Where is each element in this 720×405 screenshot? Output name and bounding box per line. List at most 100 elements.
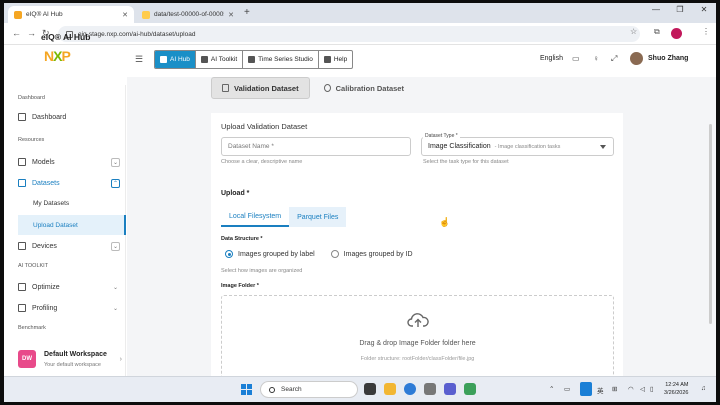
dataset-type-select[interactable]: Image Classification - Image classificat… — [421, 137, 614, 156]
nxp-favicon-icon — [14, 10, 22, 19]
tab-parquet-files[interactable]: Parquet Files — [289, 207, 347, 227]
sidebar-item-devices[interactable]: Devices ⌄ — [18, 238, 126, 254]
chrome-icon[interactable] — [404, 383, 416, 395]
user-avatar[interactable] — [630, 52, 643, 65]
search-label: Search — [281, 386, 302, 393]
sidebar-item-label: Devices — [32, 242, 57, 250]
chevron-down-icon[interactable]: ⌄ — [111, 241, 120, 251]
chevron-right-icon: › — [119, 356, 122, 363]
nxp-logo[interactable]: NXP — [44, 49, 71, 63]
sidebar-section-dashboard: Dashboard — [18, 95, 45, 101]
app-icon[interactable] — [464, 383, 476, 395]
bookmark-star-icon[interactable]: ☆ — [630, 27, 637, 36]
sidebar-item-upload-dataset[interactable]: Upload Dataset — [18, 215, 126, 235]
system-clock[interactable]: 12:24 AM 3/26/2026 — [664, 381, 688, 397]
chevron-up-icon[interactable]: ⌃ — [111, 178, 120, 188]
tab-local-filesystem[interactable]: Local Filesystem — [221, 207, 290, 227]
url-field[interactable]: eiq-stage.nxp.com/ai-hub/dataset/upload — [58, 26, 640, 42]
dataset-name-placeholder: Dataset Name * — [228, 143, 274, 150]
battery-icon[interactable]: ▯ — [650, 385, 654, 393]
dataset-type-label: Dataset Type * — [423, 133, 460, 139]
browser-window: eIQ® AI Hub ✕ data/test-00000-of-00005.p… — [4, 3, 716, 402]
datasets-icon — [18, 179, 26, 187]
toolkit-icon — [200, 56, 208, 63]
topnav-help[interactable]: Help — [319, 51, 352, 68]
topnav-ai-hub[interactable]: AI Hub — [155, 51, 196, 68]
wallet-icon[interactable]: ▭ — [572, 54, 580, 63]
radio-grouped-by-label[interactable]: Images grouped by label — [225, 250, 315, 258]
teams-icon[interactable] — [444, 383, 456, 395]
file-explorer-icon[interactable] — [384, 383, 396, 395]
microphone-icon[interactable] — [580, 382, 592, 396]
radio-label: Images grouped by ID — [343, 250, 413, 258]
browser-tab-parquet[interactable]: data/test-00000-of-00005.parq ✕ — [136, 6, 240, 23]
dataset-name-input[interactable]: Dataset Name * — [221, 137, 411, 156]
dataset-type-hint: Select the task type for this dataset — [423, 159, 509, 165]
layout-icon[interactable]: ⊞ — [612, 385, 617, 393]
browser-tab-bar: eIQ® AI Hub ✕ data/test-00000-of-00005.p… — [4, 3, 716, 23]
window-controls: — ❐ ✕ — [644, 5, 716, 14]
close-icon[interactable]: ✕ — [122, 11, 128, 19]
upload-form-card: Upload Validation Dataset Dataset Name *… — [211, 113, 623, 390]
sidebar-item-models[interactable]: Models ⌄ — [18, 154, 126, 170]
tab-validation-dataset[interactable]: Validation Dataset — [211, 77, 310, 99]
volume-icon[interactable]: ◁ — [640, 385, 645, 393]
tab-calibration-dataset[interactable]: Calibration Dataset — [314, 77, 414, 99]
minimize-icon[interactable]: — — [644, 5, 668, 14]
user-name[interactable]: Shuo Zhang — [648, 55, 688, 62]
dropzone-text: Drag & drop Image Folder folder here — [359, 340, 476, 347]
image-folder-label: Image Folder * — [221, 283, 259, 289]
workspace-subtitle: Your default workspace — [44, 362, 101, 368]
sidebar-item-dashboard[interactable]: Dashboard — [18, 109, 126, 125]
windows-start-icon[interactable] — [241, 384, 252, 395]
workspace-switcher[interactable]: DW Default Workspace Your default worksp… — [18, 348, 122, 374]
sidebar-item-my-datasets[interactable]: My Datasets — [33, 200, 69, 207]
language-selector[interactable]: English — [540, 55, 563, 62]
workspace-name: Default Workspace — [44, 351, 107, 358]
app-name: eIQ® AI Hub — [41, 32, 91, 42]
fullscreen-icon[interactable]: ⤢ — [611, 54, 617, 64]
radio-grouped-by-id[interactable]: Images grouped by ID — [330, 250, 413, 258]
studio-icon — [248, 56, 256, 63]
clock-date: 3/26/2026 — [664, 390, 689, 396]
notification-bell-icon[interactable]: ♫ — [701, 385, 706, 392]
chevron-down-icon[interactable]: ⌄ — [111, 283, 120, 292]
workspace-badge: DW — [18, 350, 36, 368]
sidebar: Dashboard Dashboard Resources Models ⌄ Da… — [4, 85, 126, 380]
close-icon[interactable]: ✕ — [228, 11, 234, 19]
extensions-icon[interactable]: ⧉ — [654, 27, 660, 37]
back-icon[interactable]: ← — [12, 28, 21, 38]
topnav-ai-toolkit[interactable]: AI Toolkit — [196, 51, 244, 68]
top-navigation: AI Hub AI Toolkit Time Series Studio Hel… — [154, 50, 354, 69]
settings-icon[interactable] — [424, 383, 436, 395]
sidebar-item-profiling[interactable]: Profiling ⌄ — [18, 300, 126, 316]
close-window-icon[interactable]: ✕ — [692, 5, 716, 14]
task-view-icon[interactable] — [364, 383, 376, 395]
wifi-icon[interactable]: ◠ — [628, 385, 634, 393]
new-tab-icon[interactable]: + — [244, 7, 250, 18]
sidebar-item-datasets[interactable]: Datasets ⌃ — [18, 175, 126, 191]
ime-indicator[interactable]: 英 — [597, 385, 604, 395]
menu-toggle-icon[interactable]: ☰ — [135, 54, 143, 65]
file-icon — [222, 84, 229, 92]
page-scrollbar[interactable] — [709, 124, 712, 324]
chevron-down-icon[interactable]: ⌄ — [111, 304, 120, 313]
maximize-icon[interactable]: ❐ — [668, 5, 692, 14]
browser-profile-avatar[interactable] — [671, 28, 682, 39]
browser-tab-aihub[interactable]: eIQ® AI Hub ✕ — [8, 6, 134, 23]
network-icon[interactable]: ▭ — [564, 385, 570, 393]
topnav-label: Help — [333, 56, 348, 63]
forward-icon[interactable]: → — [27, 28, 36, 38]
sidebar-item-label: Dashboard — [32, 113, 67, 121]
tray-chevron-icon[interactable]: ⌃ — [549, 385, 554, 393]
chevron-down-icon[interactable]: ⌄ — [111, 157, 120, 167]
browser-menu-icon[interactable]: ⋮ — [702, 27, 710, 36]
main-content: Validation Dataset Calibration Dataset U… — [127, 77, 716, 390]
dashboard-icon — [18, 113, 26, 121]
topnav-time-series-studio[interactable]: Time Series Studio — [243, 51, 319, 68]
sidebar-item-optimize[interactable]: Optimize ⌄ — [18, 279, 126, 295]
taskbar-search[interactable]: Search — [260, 381, 358, 398]
lightbulb-icon[interactable]: ♀ — [593, 54, 599, 63]
tab-label: Calibration Dataset — [335, 83, 404, 93]
windows-taskbar: Search ⌃ ▭ 英 ⊞ ◠ ◁ ▯ 12:24 AM 3/26/2026 … — [4, 376, 716, 402]
